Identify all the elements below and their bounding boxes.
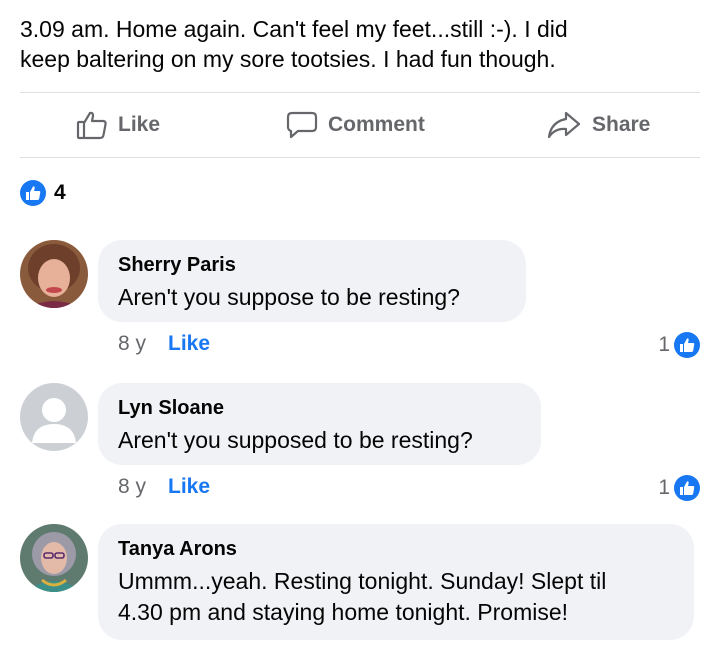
share-label: Share [592,113,651,136]
comment-item: Lyn Sloane Aren't you supposed to be res… [20,383,710,503]
speech-bubble-icon [286,109,318,141]
comment-author[interactable]: Tanya Arons [118,536,672,562]
post-text: 3.09 am. Home again. Can't feel my feet.… [20,16,568,72]
comment-like-button[interactable]: Like [168,475,210,499]
action-bar: Like Comment Share [20,94,700,156]
reaction-count: 4 [54,181,66,204]
comment-bubble: Tanya Arons Ummm...yeah. Resting tonight… [98,524,694,640]
divider-top [20,92,700,93]
reaction-summary[interactable]: 4 [20,180,66,206]
like-button[interactable]: Like [76,94,160,156]
comment-text: Ummm...yeah. Resting tonight. Sunday! Sl… [118,568,607,625]
comment-age[interactable]: 8 y [118,332,146,356]
comment-bubble: Lyn Sloane Aren't you supposed to be res… [98,383,541,465]
like-label: Like [118,113,161,136]
comment-item: Sherry Paris Aren't you suppose to be re… [20,240,710,360]
avatar[interactable] [20,240,88,308]
comment-like-button[interactable]: Like [168,332,210,356]
avatar[interactable] [20,524,88,592]
reaction-count: 1 [658,476,670,499]
comment-text: Aren't you supposed to be resting? [118,427,473,453]
comment-item: Tanya Arons Ummm...yeah. Resting tonight… [20,524,710,644]
comment-age[interactable]: 8 y [118,475,146,499]
reaction-count: 1 [658,333,670,356]
thumbs-up-icon [674,475,700,501]
comment-label: Comment [328,113,425,136]
comment-reaction-count[interactable]: 1 [658,332,700,358]
comment-text: Aren't you suppose to be resting? [118,284,460,310]
thumbs-up-icon [674,332,700,358]
share-button[interactable]: Share [546,94,650,156]
thumbs-up-icon [20,180,46,206]
comment-author[interactable]: Lyn Sloane [118,395,519,421]
comment-button[interactable]: Comment [286,94,425,156]
avatar[interactable] [20,383,88,451]
comment-bubble: Sherry Paris Aren't you suppose to be re… [98,240,526,322]
comment-reaction-count[interactable]: 1 [658,475,700,501]
comment-meta: 8 y Like [118,475,210,499]
share-arrow-icon [546,109,582,141]
divider-bottom [20,157,700,158]
comment-author[interactable]: Sherry Paris [118,252,504,278]
thumbs-up-icon [76,109,108,141]
comment-meta: 8 y Like [118,332,210,356]
